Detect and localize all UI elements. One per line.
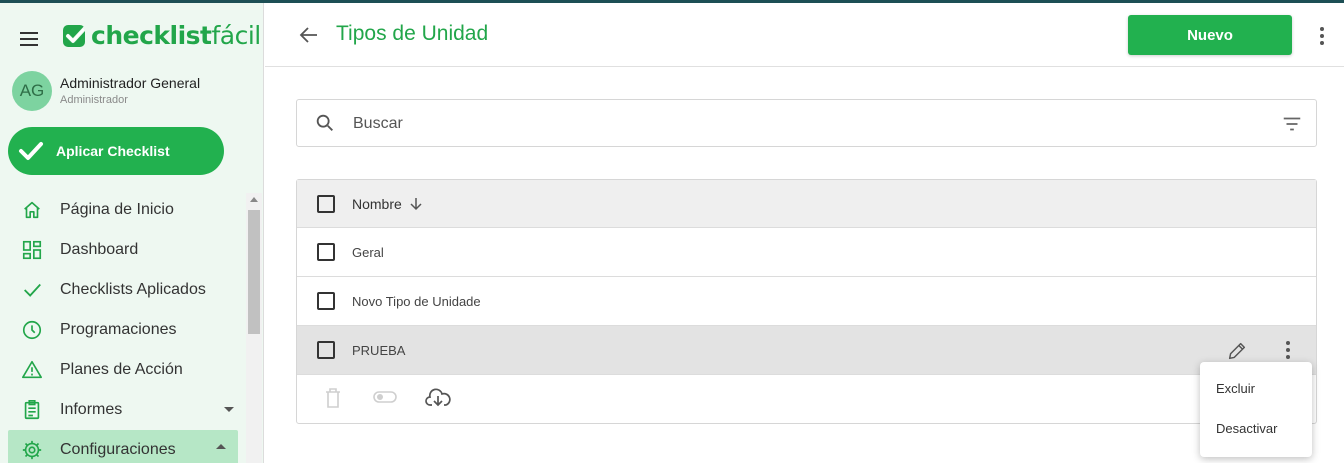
search-input[interactable] [353,113,1253,135]
page-header: Tipos de Unidad Nuevo [265,3,1344,67]
cloud-download-icon[interactable] [425,387,451,409]
row-name: Novo Tipo de Unidade [352,293,481,309]
sidebar-item-reports[interactable]: Informes [0,390,246,430]
row-more-options-icon[interactable] [1286,341,1290,359]
new-button[interactable]: Nuevo [1128,15,1292,55]
sidebar-item-label: Informes [60,401,123,418]
scroll-up-arrow-icon[interactable] [250,197,258,202]
table-row[interactable]: Geral [297,228,1316,277]
table-row[interactable]: PRUEBA [297,326,1316,375]
toggle-off-icon[interactable] [373,389,397,405]
filter-icon[interactable] [1281,113,1303,135]
gear-icon [20,438,44,462]
row-checkbox[interactable] [317,292,335,310]
row-checkbox[interactable] [317,243,335,261]
sidebar-nav: Página de Inicio Dashboard Checklists Ap… [0,190,246,463]
check-icon [20,278,44,302]
sidebar-item-label: Checklists Aplicados [60,281,206,298]
sidebar-item-dashboard[interactable]: Dashboard [0,230,246,270]
sidebar-item-schedules[interactable]: Programaciones [0,310,246,350]
apply-checklist-button[interactable]: Aplicar Checklist [8,127,224,175]
page-title: Tipos de Unidad [336,22,489,45]
sidebar-item-label: Dashboard [60,241,139,258]
clock-icon [20,318,44,342]
row-context-menu: Excluir Desactivar [1200,362,1312,457]
sidebar: checklistfácil AG Administrador General … [0,3,264,463]
sidebar-item-label: Planes de Acción [60,361,183,378]
more-options-icon[interactable] [1320,27,1324,45]
sidebar-item-action-plans[interactable]: Planes de Acción [0,350,246,390]
avatar[interactable]: AG [12,71,52,111]
row-checkbox[interactable] [317,341,335,359]
table-row[interactable]: Novo Tipo de Unidade [297,277,1316,326]
user-role: Administrador [60,94,128,106]
clipboard-icon [20,398,44,422]
search-icon [316,114,333,131]
table-header-row: Nombre [297,180,1316,228]
sidebar-item-home[interactable]: Página de Inicio [0,190,246,230]
trash-icon[interactable] [323,387,343,409]
sidebar-item-label: Configuraciones [60,441,176,458]
unit-types-table: Nombre Geral Novo Tipo de Unidade PRUEBA [296,179,1317,424]
menu-item-deactivate[interactable]: Desactivar [1200,408,1312,448]
sidebar-item-label: Programaciones [60,321,177,338]
edit-pencil-icon[interactable] [1226,340,1248,362]
dashboard-icon [20,238,44,262]
logo-text: checklistfácil [91,21,261,50]
select-all-checkbox[interactable] [317,194,335,213]
home-icon [20,198,44,222]
warning-icon [20,358,44,382]
chevron-up-icon [216,444,226,449]
bulk-actions-bar [297,375,1316,423]
app-logo[interactable]: checklistfácil [62,21,261,50]
hamburger-menu-icon[interactable] [20,27,44,51]
search-bar [296,99,1317,147]
row-name: Geral [352,244,384,260]
sort-arrow-down-icon [410,197,422,210]
sidebar-item-label: Página de Inicio [60,201,174,218]
scrollbar-thumb[interactable] [248,210,260,334]
column-header-name[interactable]: Nombre [352,196,424,212]
sidebar-item-settings[interactable]: Configuraciones [8,430,238,463]
checkmark-icon [19,142,43,160]
column-header-label: Nombre [352,195,402,212]
chevron-down-icon [224,407,234,412]
sidebar-item-applied-checklists[interactable]: Checklists Aplicados [0,270,246,310]
menu-item-delete[interactable]: Excluir [1200,368,1312,408]
row-name: PRUEBA [352,342,406,358]
checklist-logo-icon [63,24,88,47]
sidebar-scrollbar[interactable] [246,193,262,463]
back-arrow-icon[interactable] [297,23,321,47]
apply-checklist-label: Aplicar Checklist [56,143,170,159]
user-name: Administrador General [60,75,201,91]
